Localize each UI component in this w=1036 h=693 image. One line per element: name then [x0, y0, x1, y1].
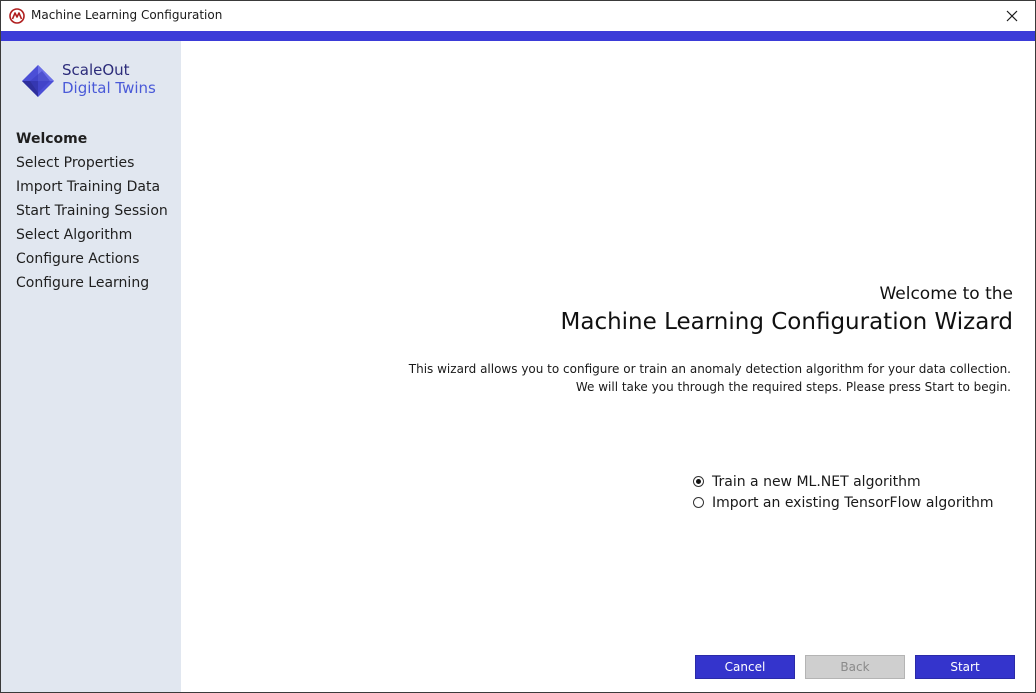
close-button[interactable] — [989, 1, 1035, 31]
wizard-window: Machine Learning Configuration ScaleOut … — [0, 0, 1036, 693]
accent-bar — [1, 31, 1035, 41]
description-line-2: We will take you through the required st… — [575, 380, 1011, 394]
radio-import-tensorflow[interactable] — [693, 497, 704, 508]
option-label-train-mlnet[interactable]: Train a new ML.NET algorithm — [712, 474, 921, 490]
company-logo: ScaleOut Digital Twins — [20, 61, 180, 101]
step-select-algorithm: Select Algorithm — [16, 227, 133, 243]
main-content: Welcome to the Machine Learning Configur… — [181, 41, 1035, 692]
cancel-button[interactable]: Cancel — [695, 655, 795, 679]
step-configure-learning: Configure Learning — [16, 275, 150, 291]
logo-text-line1: ScaleOut — [62, 61, 130, 79]
app-logo-icon — [9, 8, 25, 24]
option-import-tensorflow[interactable]: Import an existing TensorFlow algorithm — [693, 492, 994, 513]
sidebar: ScaleOut Digital Twins Welcome Select Pr… — [1, 41, 181, 692]
window-title: Machine Learning Configuration — [31, 8, 223, 22]
step-select-properties: Select Properties — [16, 155, 135, 171]
option-train-mlnet[interactable]: Train a new ML.NET algorithm — [693, 471, 994, 492]
wizard-description: This wizard allows you to configure or t… — [409, 360, 1011, 396]
title-bar: Machine Learning Configuration — [1, 1, 1035, 31]
diamond-logo-icon — [22, 65, 54, 97]
back-button[interactable]: Back — [805, 655, 905, 679]
wizard-steps: Welcome Select Properties Import Trainin… — [16, 127, 168, 295]
start-button[interactable]: Start — [915, 655, 1015, 679]
wizard-title: Machine Learning Configuration Wizard — [560, 309, 1014, 335]
step-import-training-data: Import Training Data — [16, 179, 161, 195]
welcome-heading: Welcome to the — [879, 284, 1013, 304]
description-line-1: This wizard allows you to configure or t… — [408, 362, 1011, 376]
radio-train-mlnet[interactable] — [693, 476, 704, 487]
option-label-import-tensorflow[interactable]: Import an existing TensorFlow algorithm — [712, 495, 994, 511]
step-start-training-session: Start Training Session — [16, 203, 168, 219]
step-welcome: Welcome — [16, 131, 88, 147]
step-configure-actions: Configure Actions — [16, 251, 140, 267]
close-icon — [1006, 10, 1018, 22]
logo-text-line2: Digital Twins — [62, 79, 156, 97]
algorithm-option-group: Train a new ML.NET algorithm Import an e… — [693, 471, 994, 513]
